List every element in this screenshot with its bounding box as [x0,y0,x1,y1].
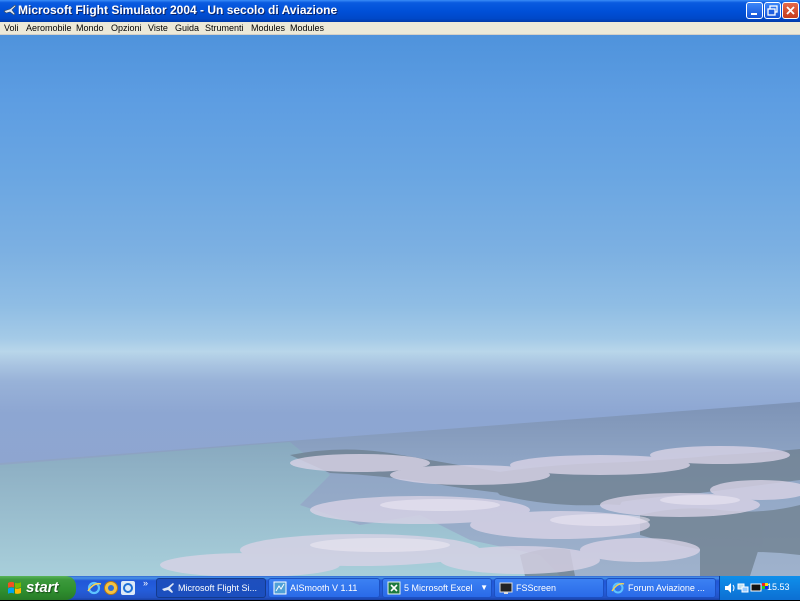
fs-plane-icon [3,3,17,17]
menu-bar: Voli Aeromobile Mondo Opzioni Viste Guid… [0,22,800,35]
menu-modules-1[interactable]: Modules [251,22,285,34]
task-label: Forum Aviazione ... [628,583,705,593]
flight-view[interactable] [0,35,800,576]
task-label: 5 Microsoft Excel [404,583,473,593]
ie-icon[interactable] [86,580,102,596]
task-forum[interactable]: Forum Aviazione ... [606,578,716,598]
clock[interactable]: 15.53 [767,582,790,592]
fsscreen-icon [499,581,513,595]
task-label: AISmooth V 1.11 [290,583,358,593]
start-button[interactable]: start [0,576,76,600]
restore-button[interactable] [764,2,781,19]
ie-alt-icon[interactable] [120,580,136,596]
menu-viste[interactable]: Viste [148,22,168,34]
scenery [0,402,800,576]
menu-guida[interactable]: Guida [175,22,199,34]
task-flight-simulator[interactable]: Microsoft Flight Si... [156,578,266,598]
menu-aeromobile[interactable]: Aeromobile [26,22,72,34]
task-aismooth[interactable]: AISmooth V 1.11 [268,578,380,598]
minimize-icon [751,13,757,15]
taskbar: start » Microsoft Flight Si... AISmooth … [0,576,800,600]
minimize-button[interactable] [746,2,763,19]
app-icon [273,581,287,595]
fs-plane-icon [161,581,175,595]
quick-launch-more[interactable]: » [143,578,148,588]
outlook-icon[interactable] [103,580,119,596]
task-label: Microsoft Flight Si... [178,583,258,593]
volume-icon[interactable] [724,581,736,593]
ie-icon [611,581,625,595]
start-label: start [26,579,59,596]
windows-flag-icon [7,581,22,595]
restore-icon [767,5,778,16]
task-excel[interactable]: 5 Microsoft Excel ▼ [382,578,492,598]
window-title: Microsoft Flight Simulator 2004 - Un sec… [18,3,338,17]
menu-mondo[interactable]: Mondo [76,22,104,34]
menu-voli[interactable]: Voli [4,22,19,34]
task-fsscreen[interactable]: FSScreen [494,578,604,598]
menu-opzioni[interactable]: Opzioni [111,22,142,34]
menu-modules-2[interactable]: Modules [290,22,324,34]
excel-icon [387,581,401,595]
task-label: FSScreen [516,583,557,593]
close-button[interactable] [782,2,799,19]
close-icon [786,6,795,15]
group-arrow-icon: ▼ [480,583,488,592]
title-bar[interactable]: Microsoft Flight Simulator 2004 - Un sec… [0,0,800,22]
network-icon[interactable] [737,581,749,593]
menu-strumenti[interactable]: Strumenti [205,22,244,34]
